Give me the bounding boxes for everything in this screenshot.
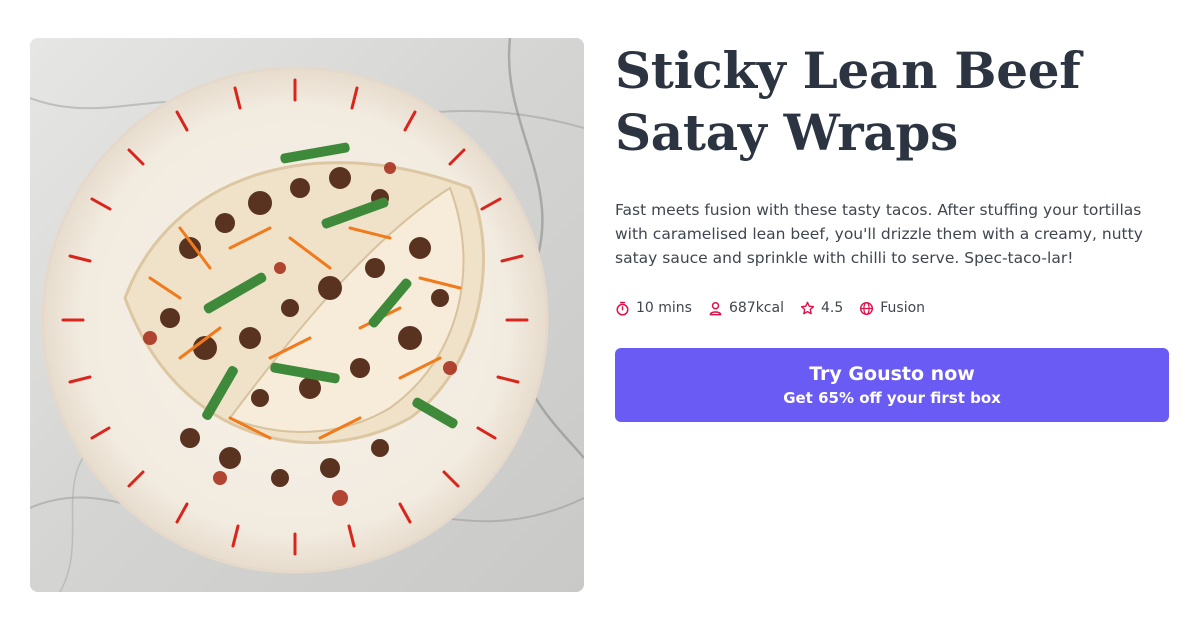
recipe-meta: 10 mins 687kcal 4.5 Fusion [615, 300, 1175, 316]
recipe-description: Fast meets fusion with these tasty tacos… [615, 201, 1143, 267]
meta-calories-label: 687kcal [728, 300, 784, 316]
globe-icon [860, 301, 874, 315]
recipe-image [30, 38, 584, 592]
recipe-title: Sticky Lean Beef Satay Wraps [615, 41, 1081, 162]
person-icon [709, 301, 722, 315]
cta-label: Try Gousto now [809, 363, 975, 385]
try-gousto-button[interactable]: Try Gousto now Get 65% off your first bo… [615, 348, 1169, 422]
star-icon [800, 301, 815, 314]
cta-sublabel: Get 65% off your first box [783, 389, 1001, 407]
recipe-details: Sticky Lean Beef Satay Wraps Fast meets … [615, 40, 1175, 422]
meta-rating: 4.5 [800, 300, 843, 316]
meta-calories: 687kcal [708, 300, 784, 316]
meta-time: 10 mins [615, 300, 692, 316]
stopwatch-icon [616, 301, 629, 316]
meta-cuisine-label: Fusion [880, 300, 926, 316]
meta-rating-label: 4.5 [820, 300, 844, 316]
meta-cuisine: Fusion [859, 300, 925, 316]
meta-time-label: 10 mins [636, 300, 692, 316]
recipe-photo-illustration [30, 38, 584, 592]
